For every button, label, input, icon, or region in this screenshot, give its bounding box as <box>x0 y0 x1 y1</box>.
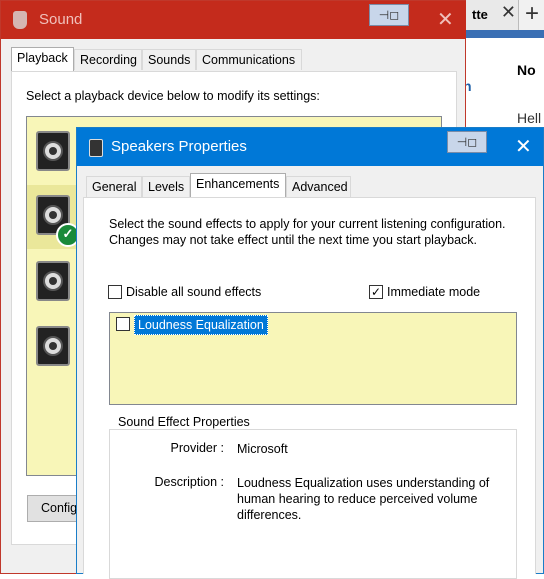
properties-titlebar[interactable]: Speakers Properties ⊣◻ ✕ <box>77 128 543 166</box>
properties-title: Speakers Properties <box>111 138 247 155</box>
tab-general[interactable]: General <box>86 176 142 197</box>
browser-accent-bar <box>465 30 544 38</box>
immediate-mode-checkbox[interactable]: ✓ <box>369 285 383 299</box>
pin-icon[interactable]: ⊣◻ <box>369 4 409 26</box>
browser-tab-close-icon[interactable]: ✕ <box>501 2 516 23</box>
close-icon[interactable]: ✕ <box>515 134 532 159</box>
speaker-app-icon <box>89 139 103 157</box>
tab-playback[interactable]: Playback <box>11 47 74 72</box>
browser-page-text: No <box>517 62 536 78</box>
loudness-equalization-item[interactable]: Loudness Equalization <box>134 315 268 335</box>
browser-tab[interactable]: tte ✕ <box>465 0 518 30</box>
tab-recording[interactable]: Recording <box>74 49 142 70</box>
new-tab-button[interactable]: + <box>518 0 544 30</box>
provider-value: Microsoft <box>237 442 288 456</box>
speaker-icon <box>36 261 70 301</box>
enhancements-description: Select the sound effects to apply for yo… <box>109 217 506 247</box>
description-value: Loudness Equalization uses understanding… <box>237 476 490 522</box>
speaker-icon <box>36 326 70 366</box>
sound-app-icon <box>13 11 27 29</box>
pin-icon[interactable]: ⊣◻ <box>447 131 487 153</box>
sound-effect-properties-legend: Sound Effect Properties <box>116 415 252 429</box>
browser-page-text: Hell <box>517 110 542 126</box>
close-icon[interactable]: ✕ <box>437 7 454 32</box>
description-label: Description : <box>154 475 224 489</box>
tab-sounds[interactable]: Sounds <box>142 49 196 70</box>
tab-enhancements[interactable]: Enhancements <box>190 173 286 198</box>
tab-communications[interactable]: Communications <box>196 49 302 70</box>
speaker-icon <box>36 131 70 171</box>
loudness-equalization-checkbox[interactable] <box>116 317 130 331</box>
disable-all-label[interactable]: Disable all sound effects <box>126 285 261 299</box>
sound-titlebar[interactable]: Sound ⊣◻ ✕ <box>1 1 466 39</box>
browser-tab-label: tte <box>472 7 488 22</box>
immediate-mode-label[interactable]: Immediate mode <box>387 285 480 299</box>
tab-advanced[interactable]: Advanced <box>286 176 351 197</box>
sound-window-title: Sound <box>39 11 83 28</box>
tab-levels[interactable]: Levels <box>142 176 190 197</box>
provider-label: Provider : <box>170 441 225 455</box>
device-item[interactable] <box>33 324 77 368</box>
disable-all-checkbox[interactable] <box>108 285 122 299</box>
device-item[interactable] <box>33 259 77 303</box>
device-item[interactable] <box>33 129 77 173</box>
playback-instruction: Select a playback device below to modify… <box>26 89 320 103</box>
